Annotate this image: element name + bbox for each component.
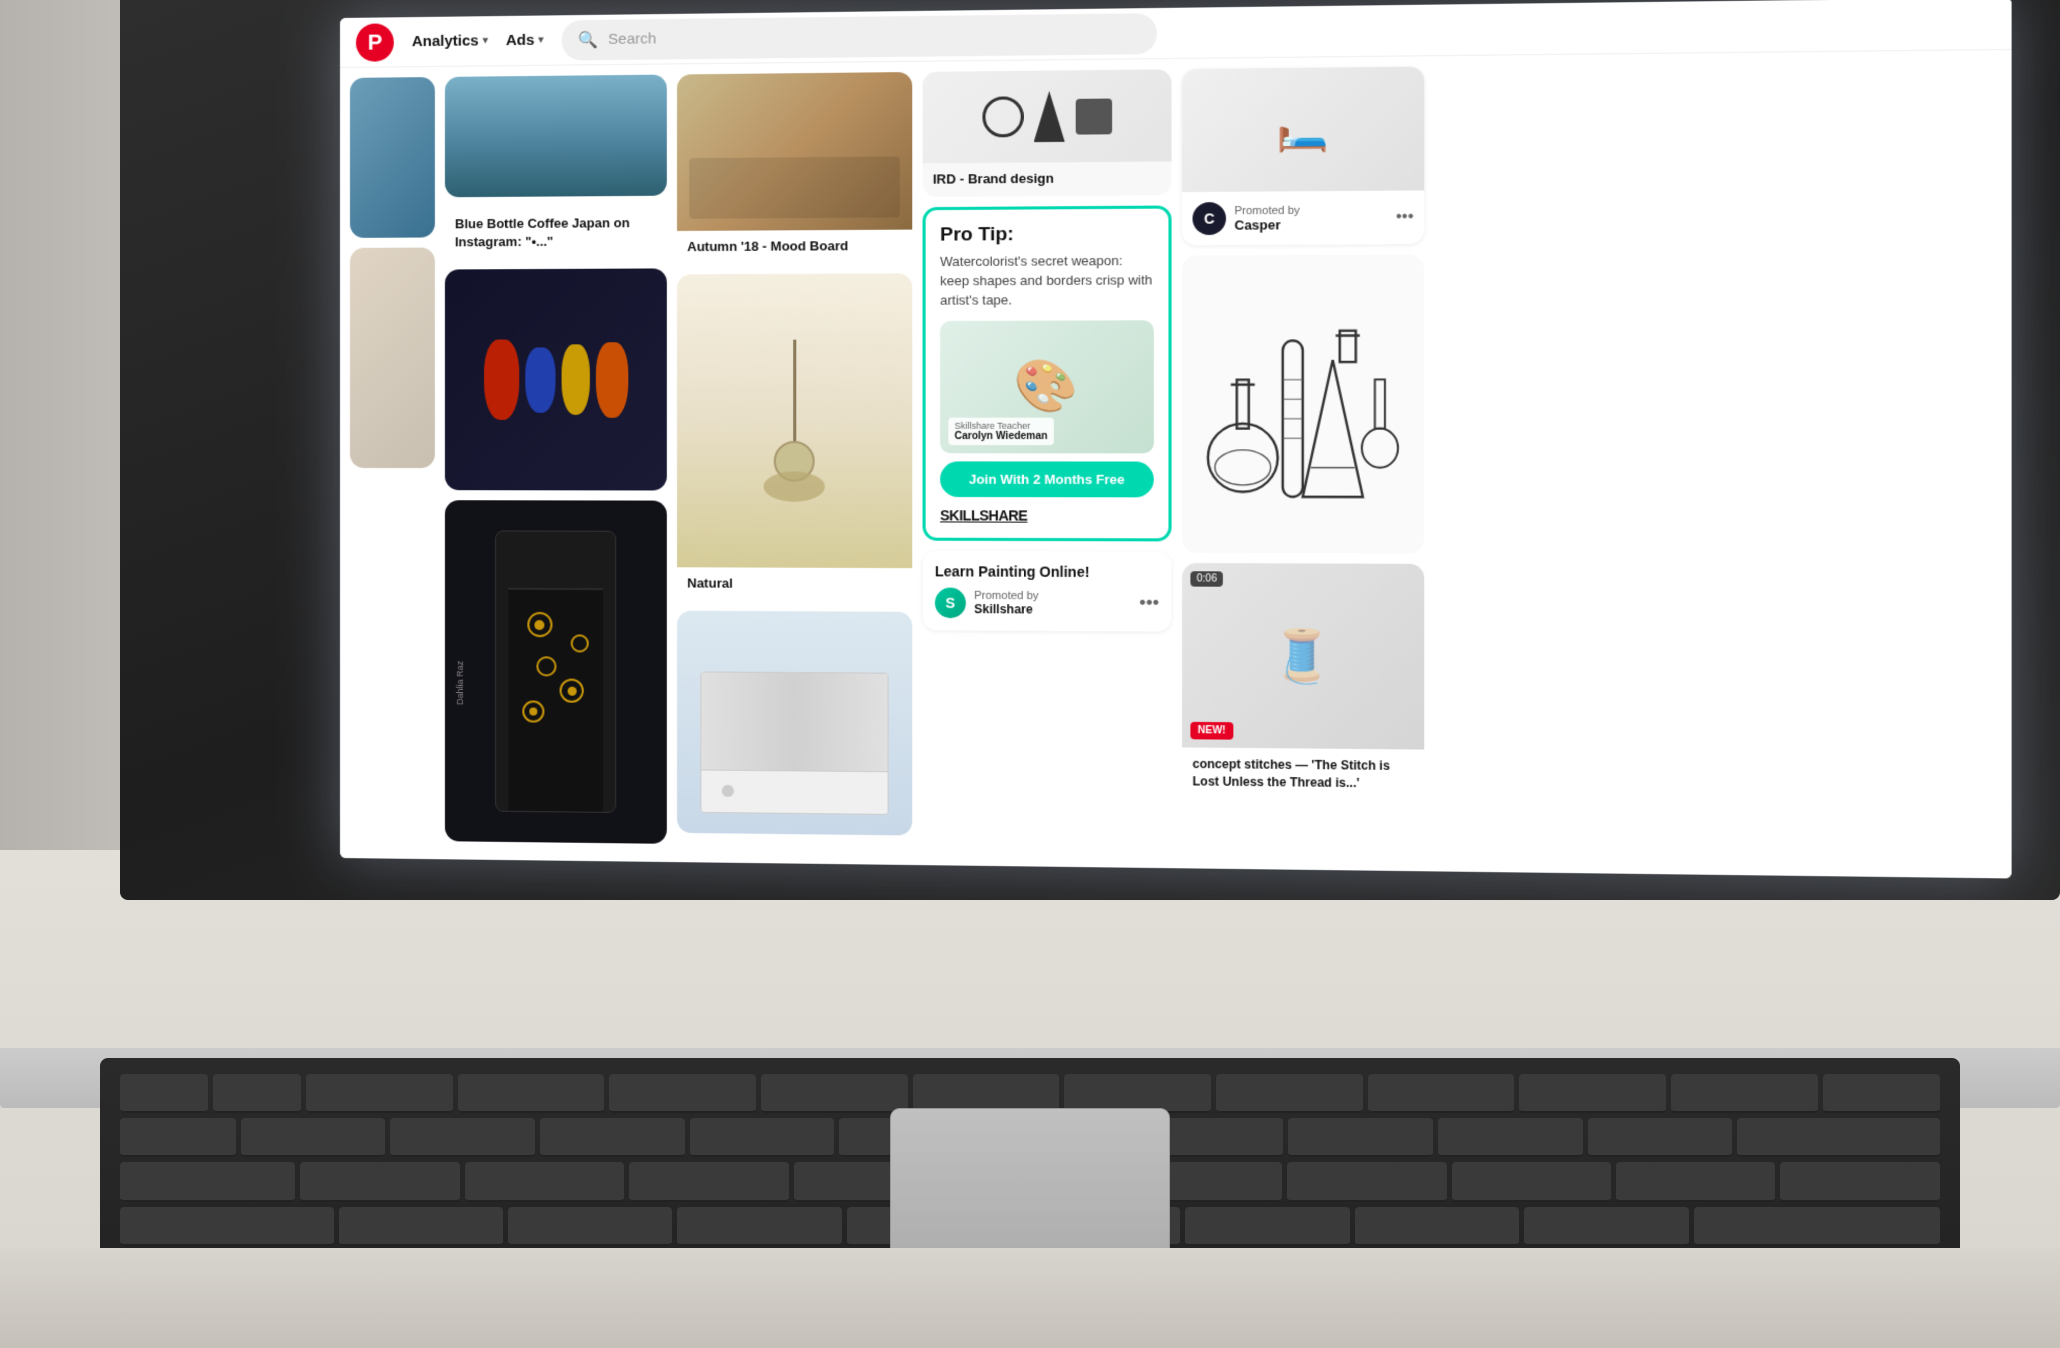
vase-red <box>484 340 519 420</box>
pro-tip-title: Pro Tip: <box>940 223 1154 247</box>
skillshare-promoted-label: Promoted by <box>974 589 1131 602</box>
masonry-content: Blue Bottle Coffee Japan on Instagram: "… <box>340 50 2012 879</box>
casper-logo-icon: C <box>1193 202 1227 235</box>
stitch-caption: concept stitches — 'The Stitch is Lost U… <box>1182 747 1424 802</box>
pin-skillshare-promoted-card[interactable]: Learn Painting Online! S Promoted by Ski… <box>923 550 1172 631</box>
vase-yellow <box>561 345 589 416</box>
masonry-col-5: 🛏️ C Promoted by Casper ••• <box>1182 67 1424 861</box>
bottom-desk <box>0 1248 2060 1348</box>
casper-text: Promoted by Casper <box>1234 204 1387 233</box>
pro-tip-image: 🎨 Skillshare Teacher Carolyn Wiedeman <box>940 320 1154 453</box>
stitch-image: 🧵 0:06 NEW! <box>1182 563 1424 750</box>
search-icon: 🔍 <box>578 29 598 49</box>
ads-chevron-icon: ▾ <box>538 35 543 46</box>
casper-name: Casper <box>1234 216 1387 232</box>
laptop-lid: P Analytics ▾ Ads ▾ 🔍 Search <box>120 0 2060 900</box>
skillshare-info-text: Promoted by Skillshare <box>974 589 1131 616</box>
pin-card-col1-mid[interactable] <box>350 247 435 468</box>
pants-illustration <box>495 531 616 814</box>
skillshare-avatar: S <box>935 587 966 618</box>
masonry-col-1 <box>350 77 435 849</box>
building-image <box>677 611 912 836</box>
ird-caption: IRD - Brand design <box>923 161 1172 197</box>
pin-pants-card[interactable]: Dahlia Raz <box>445 501 667 845</box>
pin-chemistry-card[interactable] <box>1182 254 1424 553</box>
pin-blue-bottle-card[interactable]: Blue Bottle Coffee Japan on Instagram: "… <box>445 206 667 260</box>
analytics-nav-item[interactable]: Analytics ▾ <box>412 32 488 50</box>
search-placeholder: Search <box>608 30 656 48</box>
skillshare-promoted-title: Learn Painting Online! <box>935 563 1159 580</box>
pants-watermark: Dahlia Raz <box>455 661 465 705</box>
casper-promoted-label: Promoted by <box>1234 204 1387 217</box>
casper-info-area: C Promoted by Casper ••• <box>1182 190 1424 245</box>
pin-autumn-card[interactable]: Autumn '18 - Mood Board <box>677 72 912 264</box>
pin-stitch-card[interactable]: 🧵 0:06 NEW! concept stitches — 'The Stit… <box>1182 563 1424 803</box>
pin-natural-card[interactable]: Natural <box>677 273 912 601</box>
screen-inner: P Analytics ▾ Ads ▾ 🔍 Search <box>340 0 2012 878</box>
search-bar[interactable]: 🔍 Search <box>562 13 1157 60</box>
masonry-col-3: Autumn '18 - Mood Board Natural <box>677 72 912 855</box>
chemistry-image <box>1182 254 1424 553</box>
skillshare-promoted-info: S Promoted by Skillshare ••• <box>935 587 1159 619</box>
autumn-caption: Autumn '18 - Mood Board <box>677 230 912 265</box>
pin-ird-card[interactable]: IRD - Brand design <box>923 69 1172 197</box>
analytics-chevron-icon: ▾ <box>483 35 488 46</box>
pin-casper-card[interactable]: 🛏️ C Promoted by Casper ••• <box>1182 67 1424 246</box>
pin-building-card[interactable] <box>677 611 912 836</box>
pinterest-logo[interactable]: P <box>356 23 394 61</box>
pin-card-col1-top[interactable] <box>350 77 435 238</box>
vase-orange-pattern <box>595 342 627 418</box>
new-badge: NEW! <box>1190 722 1233 740</box>
autumn-image <box>677 72 912 231</box>
pin-blue-bottle-image[interactable] <box>445 75 667 198</box>
vase-blue <box>525 347 555 412</box>
skillshare-brand-name: Skillshare <box>974 602 1131 617</box>
ird-image <box>923 69 1172 163</box>
skillshare-brand: SKILLSHARE <box>940 507 1154 524</box>
pin-blue-bottle-caption: Blue Bottle Coffee Japan on Instagram: "… <box>445 206 667 260</box>
pro-tip-description: Watercolorist's secret weapon: keep shap… <box>940 252 1154 311</box>
chemistry-svg <box>1203 275 1403 533</box>
ads-nav-item[interactable]: Ads ▾ <box>506 32 544 50</box>
ads-label: Ads <box>506 32 535 49</box>
join-button[interactable]: Join With 2 Months Free <box>940 461 1154 497</box>
masonry-col-2: Blue Bottle Coffee Japan on Instagram: "… <box>445 75 667 852</box>
pin-vases-card[interactable] <box>445 269 667 491</box>
analytics-label: Analytics <box>412 32 479 50</box>
time-badge: 0:06 <box>1190 571 1223 587</box>
casper-more-icon[interactable]: ••• <box>1396 208 1414 227</box>
pin-pro-tip-card[interactable]: Pro Tip: Watercolorist's secret weapon: … <box>923 205 1172 540</box>
natural-caption: Natural <box>677 567 912 601</box>
masonry-col-4: IRD - Brand design Pro Tip: Watercoloris… <box>923 69 1172 858</box>
teacher-name: Carolyn Wiedeman <box>955 430 1048 441</box>
more-options-icon[interactable]: ••• <box>1139 593 1159 615</box>
casper-image: 🛏️ <box>1182 67 1424 192</box>
pinterest-p-icon: P <box>368 29 383 55</box>
natural-image <box>677 273 912 568</box>
teacher-label: Skillshare Teacher <box>955 420 1048 430</box>
